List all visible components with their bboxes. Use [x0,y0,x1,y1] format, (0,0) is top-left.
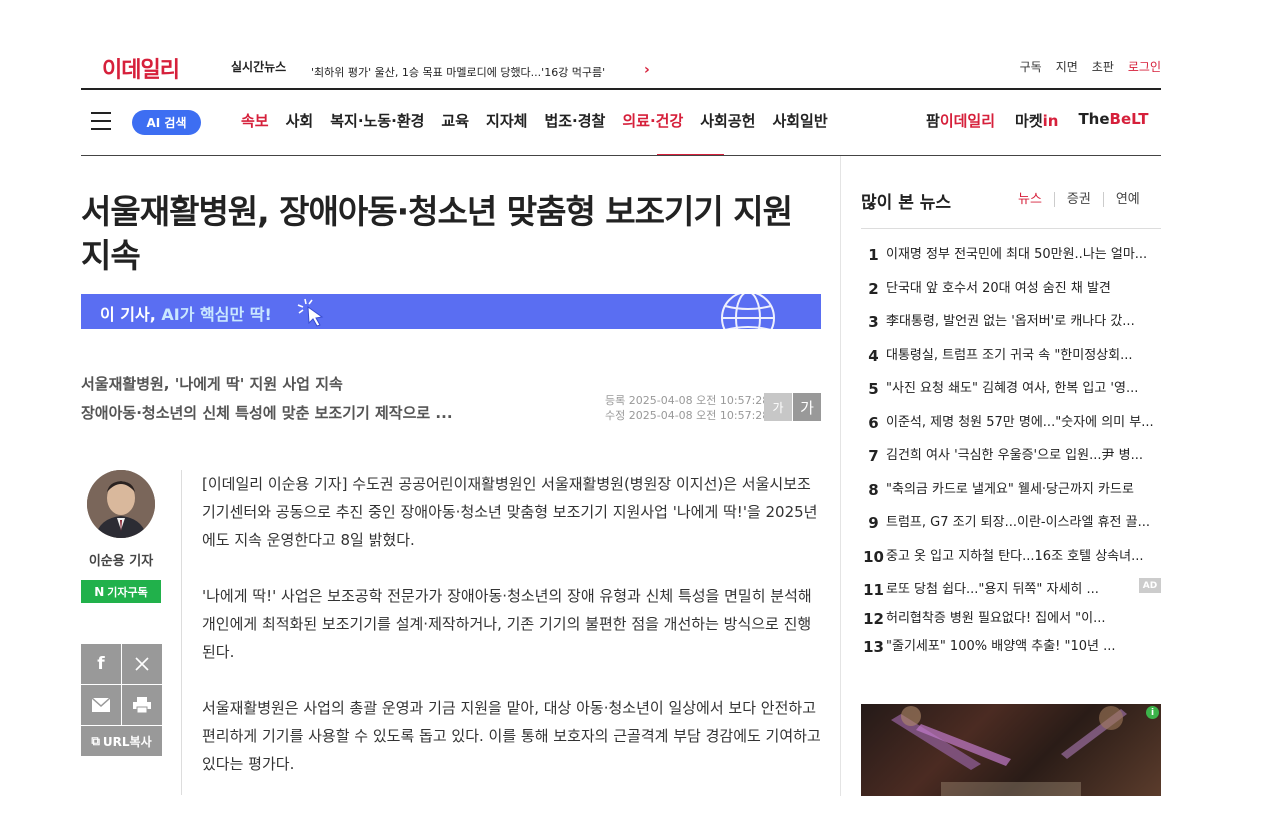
font-decrease-button[interactable]: 가 [764,393,792,421]
article-headline: 서울재활병원, 장애아동·청소년 맞춤형 보조기기 지원 지속 [81,192,793,275]
globe-icon [721,294,775,329]
nav-item-education[interactable]: 교육 [441,110,469,131]
mail-icon [92,698,110,712]
print-button[interactable] [122,685,162,725]
subhead-line-1: 서울재활병원, '나에게 딱' 지원 사업 지속 [81,375,343,393]
popular-news-tabs: 뉴스 증권 연예 [1018,192,1152,207]
live-news-ticker[interactable]: '최하위 평가' 울산, 1승 목표 마멜로디에 당했다...'16강 먹구름' [311,64,641,80]
article-dates: 등록 2025-04-08 오전 10:57:28 수정 2025-04-08 … [605,393,769,423]
brand-links: 팜이데일리 마켓in TheBeLT [926,110,1148,131]
author-column-divider [181,470,182,795]
ad-news-item[interactable]: 11 로또 당첨 쉽다..."용지 뒤쪽" 자세히 ... [861,581,1161,610]
nav-item-society-general[interactable]: 사회일반 [772,110,827,131]
email-share-button[interactable] [81,685,121,725]
ad-badge: AD [1139,578,1161,593]
nav-item-law-police[interactable]: 법조·경찰 [544,110,605,131]
nav-divider [81,155,1161,156]
x-icon [135,657,149,671]
pharm-edaily-link[interactable]: 팜이데일리 [926,110,995,131]
nav-item-breaking[interactable]: 속보 [241,110,269,131]
tab-news[interactable]: 뉴스 [1018,192,1055,207]
popular-news-divider [861,228,1161,229]
popular-news-item[interactable]: 9 트럼프, G7 조기 퇴장...이란-이스라엘 휴전 끌... [861,514,1161,548]
ai-search-button[interactable]: AI 검색 [132,110,201,135]
popular-news-item[interactable]: 5 "사진 요청 쇄도" 김혜경 여사, 한복 입고 '영... [861,380,1161,414]
tab-entertainment[interactable]: 연예 [1104,192,1152,207]
external-link-icon: ⧉ [91,733,100,748]
font-increase-button[interactable]: 가 [793,393,821,421]
article-subheading: 서울재활병원, '나에게 딱' 지원 사업 지속 장애아동·청소년의 신체 특성… [81,370,601,428]
popular-news-item[interactable]: 10 중고 옷 입고 지하철 탄다...16조 호텔 상속녀... [861,548,1161,582]
nav-item-society[interactable]: 사회 [286,110,314,131]
login-link[interactable]: 로그인 [1128,58,1161,75]
site-logo[interactable]: 이데일리 [102,52,180,84]
top-bar: 이데일리 실시간뉴스 '최하위 평가' 울산, 1승 목표 마멜로디에 당했다.… [81,44,1161,90]
menu-icon[interactable] [91,112,111,130]
utility-links: 구독 지면 초판 로그인 [1020,58,1161,75]
popular-news-item[interactable]: 3 李대통령, 발언권 없는 '옵저버'로 캐나다 갔... [861,313,1161,347]
nav-item-health[interactable]: 의료·건강 [622,110,683,131]
tab-stocks[interactable]: 증권 [1055,192,1104,207]
subhead-line-2: 장애아동·청소년의 신체 특성에 맞춘 보조기기 제작으로 ... [81,404,453,422]
facebook-icon: f [97,654,105,674]
popular-news-item[interactable]: 8 "축의금 카드로 낼게요" 웰세·당근까지 카드로 [861,481,1161,515]
main-nav: AI 검색 속보 사회 복지·노동·환경 교육 지자체 법조·경찰 의료·건강 … [81,90,1161,156]
ad-artwork [891,706,1127,796]
popular-news-item[interactable]: 1 이재명 정부 전국민에 최대 50만원..나는 얼마... [861,246,1161,280]
body-paragraph: 서울재활병원은 사업의 총괄 운영과 기금 지원을 맡아, 대상 아동·청소년이… [202,699,821,773]
ad-info-icon[interactable]: i [1146,706,1159,719]
newspaper-link[interactable]: 지면 [1056,58,1078,75]
print-icon [133,697,151,713]
nav-item-welfare[interactable]: 복지·노동·환경 [330,110,424,131]
author-name[interactable]: 이순용 기자 [81,550,161,569]
nav-category-list: 속보 사회 복지·노동·환경 교육 지자체 법조·경찰 의료·건강 사회공헌 사… [241,110,845,131]
ad-news-item[interactable]: 13 "줄기세포" 100% 배양액 추출! "10년 ... [861,638,1161,667]
ai-summary-banner[interactable]: 이 기사, AI가 핵심만 딱! [81,294,821,329]
facebook-share-button[interactable]: f [81,644,121,684]
popular-news-item[interactable]: 2 단국대 앞 호수서 20대 여성 숨진 채 발견 [861,280,1161,314]
popular-news-list: 1 이재명 정부 전국민에 최대 50만원..나는 얼마... 2 단국대 앞 호수… [861,246,1161,667]
body-paragraph: '나에게 딱!' 사업은 보조공학 전문가가 장애아동·청소년의 장애 유형과 … [202,587,812,661]
ticker-next-icon[interactable]: › [644,62,650,78]
cursor-sparkle-icon [297,298,324,327]
popular-news-title: 많이 본 뉴스 [861,193,952,213]
author-subscribe-button[interactable]: N 기자구독 [81,580,161,603]
article-body: [이데일리 이순용 기자] 수도권 공공어린이재활병원인 서울재활병원(병원장 … [202,470,822,806]
live-news-label: 실시간뉴스 [231,60,287,74]
x-share-button[interactable] [122,644,162,684]
nav-item-social-contribution[interactable]: 사회공헌 [700,110,755,131]
url-copy-button[interactable]: ⧉ URL복사 [81,726,162,756]
modified-date: 수정 2025-04-08 오전 10:57:28 [605,409,770,422]
sidebar-ad-banner[interactable] [861,704,1161,796]
ad-news-item[interactable]: 12 허리협착증 병원 필요없다! 집에서 "이... [861,610,1161,639]
popular-news-item[interactable]: 7 김건희 여사 '극심한 우울증'으로 입원...尹 병... [861,447,1161,481]
the-belt-link[interactable]: TheBeLT [1078,110,1148,131]
sidebar-divider [840,156,841,796]
first-edition-link[interactable]: 초판 [1092,58,1114,75]
font-size-controls: 가 가 [764,393,821,421]
registered-date: 등록 2025-04-08 오전 10:57:28 [605,394,770,407]
author-avatar[interactable] [87,470,155,538]
ai-summary-label: 이 기사, AI가 핵심만 딱! [100,305,272,324]
body-paragraph: [이데일리 이순용 기자] 수도권 공공어린이재활병원인 서울재활병원(병원장 … [202,475,818,549]
naver-n-icon: N [94,584,105,599]
popular-news-item[interactable]: 4 대통령실, 트럼프 조기 귀국 속 "한미정상회... [861,347,1161,381]
subscribe-link[interactable]: 구독 [1020,58,1042,75]
popular-news-item[interactable]: 6 이준석, 제명 청원 57만 명에..."숫자에 의미 부... [861,414,1161,448]
market-in-link[interactable]: 마켓in [1015,110,1058,131]
nav-item-local-gov[interactable]: 지자체 [486,110,527,131]
